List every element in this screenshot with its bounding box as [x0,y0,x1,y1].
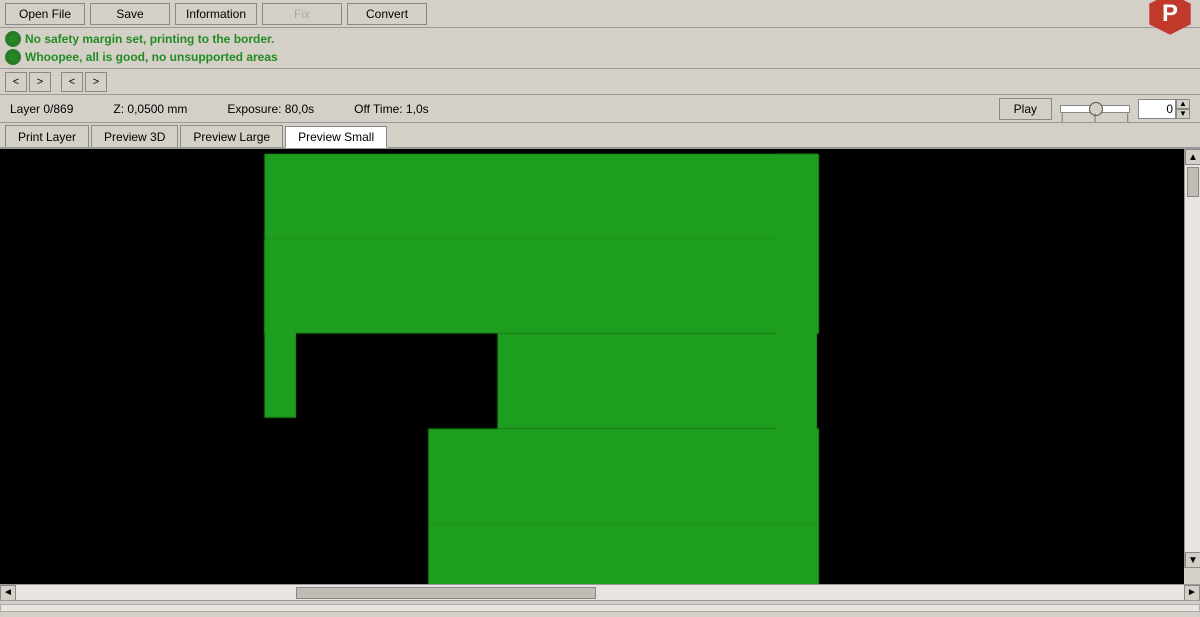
app-logo: P [1145,0,1195,39]
fix-button[interactable]: Fix [262,3,342,25]
layer-count: Layer 0/869 [10,102,73,116]
horizontal-scrollbar: ◄ ► [0,584,1200,600]
toolbar-and-status: Open File Save Information Fix Convert P [0,0,1200,149]
bottom-track[interactable] [0,604,1200,612]
status-bar: No safety margin set, printing to the bo… [0,28,1200,69]
scroll-down-btn[interactable]: ▼ [1185,552,1200,568]
nav-row: < > < > [0,69,1200,95]
z-value: Z: 0,0500 mm [113,102,187,116]
play-area: Play | | | 0 [999,98,1190,120]
bottom-scrollbar [0,600,1200,614]
scroll-thumb-h[interactable] [296,587,596,599]
scroll-thumb-v[interactable] [1187,167,1199,197]
save-button[interactable]: Save [90,3,170,25]
number-spinners: ▲ ▼ [1176,99,1190,119]
main-area: ▲ ▼ ◄ ► [0,149,1200,614]
scroll-left-btn[interactable]: ◄ [0,585,16,601]
play-button[interactable]: Play [999,98,1052,120]
slider-container: | | | [1060,105,1130,113]
app-container: Open File Save Information Fix Convert P [0,0,1200,617]
layer-slider[interactable]: | | | [1060,105,1130,113]
tab-preview-small[interactable]: Preview Small [285,126,387,148]
ok-text: Whoopee, all is good, no unsupported are… [25,48,278,66]
information-button[interactable]: Information [175,3,257,25]
toolbar: Open File Save Information Fix Convert P [0,0,1200,28]
layer-canvas [0,149,1184,584]
canvas-wrap: ▲ ▼ [0,149,1200,584]
tab-print-layer[interactable]: Print Layer [5,125,89,147]
scroll-track-h [16,585,1184,600]
layer-info-row: Layer 0/869 Z: 0,0500 mm Exposure: 80,0s… [0,95,1200,123]
number-input-container: 0 ▲ ▼ [1138,99,1190,119]
scroll-track-v [1185,165,1200,552]
ok-icon [5,49,21,65]
nav-next-bottom[interactable]: > [85,72,107,92]
svg-text:P: P [1162,0,1178,26]
nav-next-top[interactable]: > [29,72,51,92]
nav-prev-bottom[interactable]: < [61,72,83,92]
tab-preview-large[interactable]: Preview Large [180,125,283,147]
top-section: Open File Save Information Fix Convert P [0,0,1200,149]
status-warning-line: No safety margin set, printing to the bo… [5,30,1195,48]
tabs-row: Print Layer Preview 3D Preview Large Pre… [0,123,1200,149]
tab-preview-3d[interactable]: Preview 3D [91,125,178,147]
number-up-btn[interactable]: ▲ [1176,99,1190,109]
exposure-value: Exposure: 80,0s [227,102,314,116]
nav-arrows-top: < > [5,72,51,92]
layer-number-display: 0 [1138,99,1176,119]
scroll-up-btn[interactable]: ▲ [1185,149,1200,165]
status-ok-line: Whoopee, all is good, no unsupported are… [5,48,1195,66]
number-down-btn[interactable]: ▼ [1176,109,1190,119]
warning-text: No safety margin set, printing to the bo… [25,30,274,48]
vertical-scrollbar: ▲ ▼ [1184,149,1200,568]
nav-arrows-bottom: < > [61,72,107,92]
open-file-button[interactable]: Open File [5,3,85,25]
off-time-value: Off Time: 1,0s [354,102,428,116]
warning-icon [5,31,21,47]
scroll-right-btn[interactable]: ► [1184,585,1200,601]
nav-prev-top[interactable]: < [5,72,27,92]
convert-button[interactable]: Convert [347,3,427,25]
